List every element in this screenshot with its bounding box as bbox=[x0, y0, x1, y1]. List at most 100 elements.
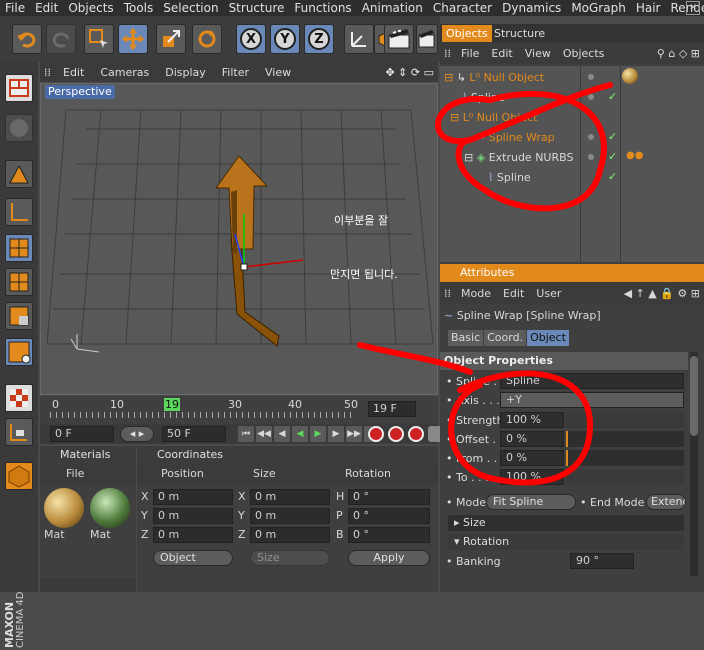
object-row[interactable]: ⊟ ↳ L⁰ Null Object bbox=[444, 68, 704, 88]
viewport-menu-edit[interactable]: Edit bbox=[55, 66, 92, 79]
previous-key-icon[interactable]: ◀◀ bbox=[256, 426, 272, 442]
banking-field[interactable]: 90 ° bbox=[570, 553, 634, 569]
z-axis-lock-button[interactable]: Z bbox=[304, 24, 334, 54]
size-mode-dropdown[interactable]: Size bbox=[250, 550, 330, 566]
polygon-mode-icon[interactable] bbox=[5, 338, 33, 366]
materials-menu-file[interactable]: File bbox=[40, 464, 136, 484]
visibility-dot[interactable] bbox=[588, 74, 594, 80]
tab-structure[interactable]: Structure bbox=[490, 25, 549, 42]
object-mode-icon[interactable] bbox=[5, 268, 33, 296]
timeline-ruler[interactable]: 0 10 19 30 40 50 bbox=[50, 398, 360, 422]
frame-stepper[interactable]: ◂ ▸ bbox=[120, 426, 154, 442]
menu-mograph[interactable]: MoGraph bbox=[566, 1, 631, 15]
enabled-check-icon[interactable]: ✓ bbox=[608, 150, 617, 163]
apply-button[interactable]: Apply bbox=[348, 550, 430, 566]
menu-file[interactable]: File bbox=[0, 1, 30, 15]
attributes-scrollbar[interactable] bbox=[690, 352, 698, 576]
end-frame-field[interactable]: 50 F bbox=[162, 426, 226, 442]
material-swatch[interactable]: Mat bbox=[90, 488, 132, 546]
rotate-tool-icon[interactable] bbox=[192, 24, 222, 54]
to-slider[interactable] bbox=[566, 469, 684, 485]
axis-dropdown[interactable]: +Y bbox=[500, 392, 684, 408]
layout-icon[interactable] bbox=[5, 74, 33, 102]
from-field[interactable]: 0 % bbox=[500, 450, 564, 466]
timeline-playhead[interactable]: 19 bbox=[164, 398, 180, 411]
position-y-field[interactable]: 0 m bbox=[153, 508, 233, 524]
timeline[interactable]: 0 10 19 30 40 50 19 F bbox=[40, 396, 438, 424]
object-row[interactable]: ~ Spline Wrap bbox=[476, 128, 696, 148]
visibility-dot[interactable] bbox=[588, 134, 594, 140]
object-row[interactable]: ⊟ ◈ Extrude NURBS bbox=[464, 148, 694, 168]
viewport[interactable]: Perspective bbox=[40, 83, 438, 395]
material-swatch[interactable]: Mat bbox=[44, 488, 86, 546]
material-tag-icon[interactable] bbox=[622, 68, 638, 84]
position-z-field[interactable]: 0 m bbox=[153, 527, 233, 543]
undo-icon[interactable] bbox=[12, 24, 42, 54]
objects-menu-objects[interactable]: Objects bbox=[557, 47, 611, 60]
play-forward-icon[interactable]: ▶ bbox=[310, 426, 326, 442]
x-axis-lock-button[interactable]: X bbox=[236, 24, 266, 54]
object-row[interactable]: ⌇ Spline bbox=[462, 88, 702, 108]
rotation-section-toggle[interactable]: ▾ Rotation bbox=[448, 534, 684, 550]
tab-coord[interactable]: Coord. bbox=[484, 330, 527, 346]
play-backward-icon[interactable]: ◀ bbox=[292, 426, 308, 442]
menu-functions[interactable]: Functions bbox=[289, 1, 356, 15]
objects-menu-edit[interactable]: Edit bbox=[485, 47, 518, 60]
to-field[interactable]: 100 % bbox=[500, 469, 564, 485]
go-to-start-icon[interactable]: ⏮ bbox=[238, 426, 254, 442]
redo-icon[interactable] bbox=[46, 24, 76, 54]
tab-object[interactable]: Object bbox=[527, 330, 569, 346]
render-view-icon[interactable] bbox=[384, 24, 414, 54]
offset-field[interactable]: 0 % bbox=[500, 431, 564, 447]
viewport-navigation-icons[interactable]: ✥ ⇕ ⟳ ▭ bbox=[381, 66, 438, 79]
window-close-icon[interactable]: ✕ bbox=[686, 1, 700, 15]
axis-mode-icon[interactable] bbox=[5, 198, 33, 226]
viewport-menu-cameras[interactable]: Cameras bbox=[92, 66, 157, 79]
visibility-dot[interactable] bbox=[588, 94, 594, 100]
viewport-menu-filter[interactable]: Filter bbox=[214, 66, 257, 79]
rotation-p-field[interactable]: 0 ° bbox=[348, 508, 430, 524]
enabled-check-icon[interactable]: ✓ bbox=[608, 170, 617, 183]
menu-selection[interactable]: Selection bbox=[158, 1, 223, 15]
offset-slider[interactable] bbox=[566, 431, 684, 447]
scrollbar-thumb[interactable] bbox=[690, 356, 698, 436]
model-mode-icon[interactable] bbox=[5, 234, 33, 262]
visibility-dot[interactable] bbox=[588, 154, 594, 160]
enabled-check-icon[interactable]: ✓ bbox=[608, 130, 617, 143]
checker-icon[interactable] bbox=[5, 384, 33, 412]
phong-tag-icon[interactable]: ●● bbox=[626, 150, 643, 161]
coordinate-system-icon[interactable] bbox=[344, 24, 374, 54]
points-mode-icon[interactable] bbox=[5, 160, 33, 188]
objects-search-icon[interactable]: ⚲ ⌂ ◇ ⊞ bbox=[653, 47, 704, 60]
menu-animation[interactable]: Animation bbox=[357, 1, 428, 15]
next-key-icon[interactable]: ▶▶ bbox=[346, 426, 362, 442]
viewport-menu-display[interactable]: Display bbox=[157, 66, 214, 79]
size-z-field[interactable]: 0 m bbox=[250, 527, 330, 543]
scale-tool-icon[interactable] bbox=[156, 24, 186, 54]
current-frame-field[interactable]: 19 F bbox=[368, 401, 416, 417]
size-x-field[interactable]: 0 m bbox=[250, 489, 330, 505]
object-row[interactable]: ⌇ Spline bbox=[488, 168, 698, 188]
strength-field[interactable]: 100 % bbox=[500, 412, 564, 428]
attributes-menu-edit[interactable]: Edit bbox=[497, 287, 530, 300]
move-tool-icon[interactable] bbox=[118, 24, 148, 54]
rotation-h-field[interactable]: 0 ° bbox=[348, 489, 430, 505]
end-mode-dropdown[interactable]: Extend bbox=[646, 494, 686, 510]
keyframe-selection-icon[interactable] bbox=[408, 426, 424, 442]
mode-dropdown[interactable]: Fit Spline bbox=[486, 494, 576, 510]
object-row[interactable]: ⊟ L⁰ Null Object bbox=[450, 108, 700, 128]
record-icon[interactable] bbox=[368, 426, 384, 442]
viewport-menu-view[interactable]: View bbox=[257, 66, 299, 79]
workplane-icon[interactable] bbox=[5, 418, 33, 446]
rotation-b-field[interactable]: 0 ° bbox=[348, 527, 430, 543]
autokey-icon[interactable] bbox=[388, 426, 404, 442]
attributes-menu-user[interactable]: User bbox=[530, 287, 567, 300]
attributes-menu-mode[interactable]: Mode bbox=[455, 287, 497, 300]
from-slider[interactable] bbox=[566, 450, 684, 466]
y-axis-lock-button[interactable]: Y bbox=[270, 24, 300, 54]
make-editable-icon[interactable] bbox=[5, 114, 33, 142]
spline-link-field[interactable]: Spline bbox=[500, 373, 684, 389]
menu-tools[interactable]: Tools bbox=[119, 1, 159, 15]
menu-dynamics[interactable]: Dynamics bbox=[497, 1, 566, 15]
start-frame-field[interactable]: 0 F bbox=[50, 426, 114, 442]
